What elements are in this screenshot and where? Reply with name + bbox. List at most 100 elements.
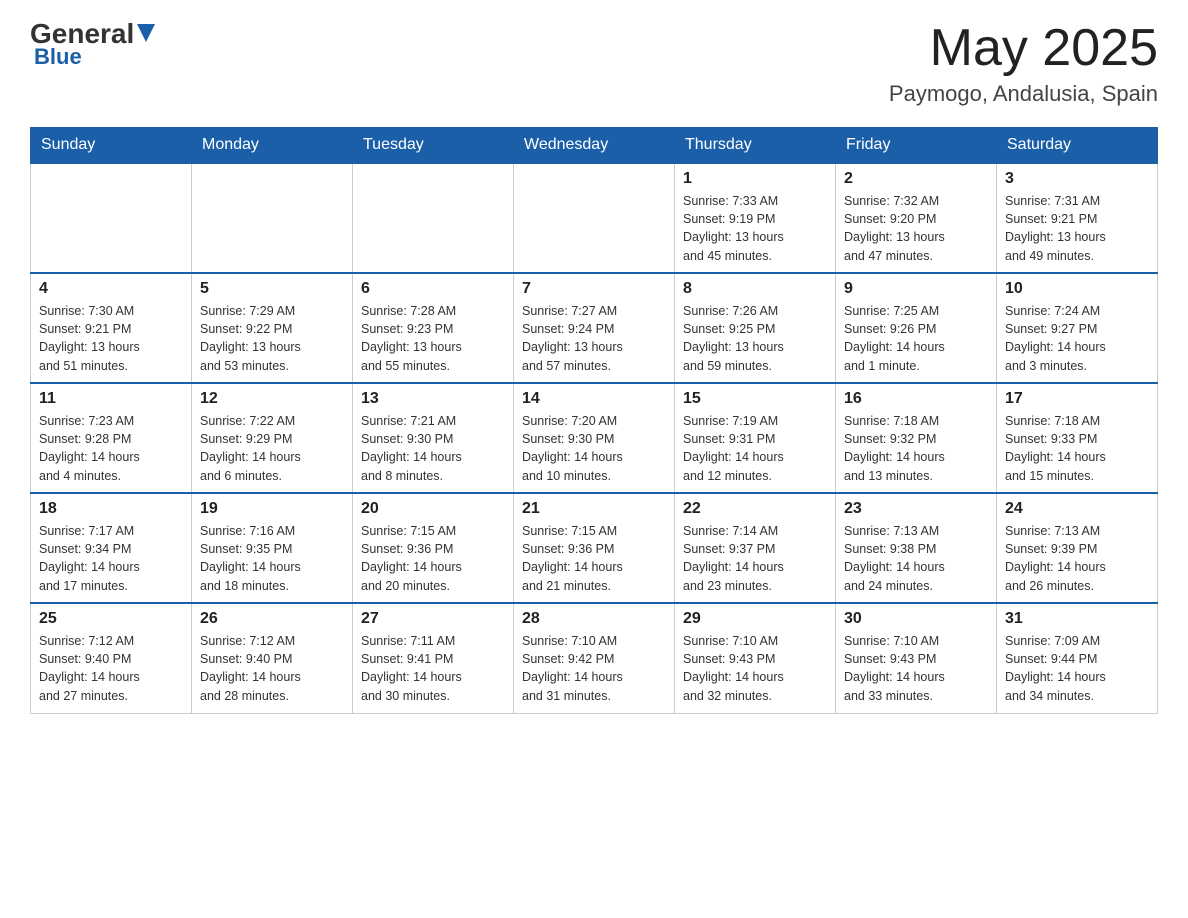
day-number: 24 (1005, 500, 1149, 518)
page-header: General Blue May 2025 Paymogo, Andalusia… (30, 20, 1158, 107)
calendar-cell: 15 Sunrise: 7:19 AM Sunset: 9:31 PM Dayli… (675, 383, 836, 493)
calendar-cell: 11Sunrise: 7:23 AM Sunset: 9:28 PM Dayli… (31, 383, 192, 493)
day-number: 31 (1005, 610, 1149, 628)
calendar-cell: 12Sunrise: 7:22 AM Sunset: 9:29 PM Dayli… (192, 383, 353, 493)
day-info: Sunrise: 7:13 AM Sunset: 9:39 PM Dayligh… (1005, 522, 1149, 595)
calendar-cell: 19 Sunrise: 7:16 AM Sunset: 9:35 PM Dayli… (192, 493, 353, 603)
calendar-cell: 5 Sunrise: 7:29 AM Sunset: 9:22 PM Daylig… (192, 273, 353, 383)
day-info: Sunrise: 7:21 AM Sunset: 9:30 PM Dayligh… (361, 412, 505, 485)
day-number: 19 (200, 500, 344, 518)
month-title: May 2025 (889, 20, 1158, 77)
day-number: 18 (39, 500, 183, 518)
day-number: 15 (683, 390, 827, 408)
calendar-cell: 29 Sunrise: 7:10 AM Sunset: 9:43 PM Dayli… (675, 603, 836, 713)
calendar-cell (31, 163, 192, 273)
calendar-cell: 25 Sunrise: 7:12 AM Sunset: 9:40 PM Dayli… (31, 603, 192, 713)
logo: General Blue (30, 20, 155, 70)
calendar-cell: 27 Sunrise: 7:11 AM Sunset: 9:41 PM Dayli… (353, 603, 514, 713)
calendar-week-row: 4 Sunrise: 7:30 AM Sunset: 9:21 PM Daylig… (31, 273, 1158, 383)
day-number: 10 (1005, 280, 1149, 298)
header-thursday: Thursday (675, 128, 836, 164)
day-info: Sunrise: 7:13 AM Sunset: 9:38 PM Dayligh… (844, 522, 988, 595)
day-number: 14 (522, 390, 666, 408)
day-info: Sunrise: 7:09 AM Sunset: 9:44 PM Dayligh… (1005, 632, 1149, 705)
day-number: 2 (844, 170, 988, 188)
day-number: 7 (522, 280, 666, 298)
header-tuesday: Tuesday (353, 128, 514, 164)
weekday-header-row: Sunday Monday Tuesday Wednesday Thursday… (31, 128, 1158, 164)
day-number: 9 (844, 280, 988, 298)
header-wednesday: Wednesday (514, 128, 675, 164)
day-info: Sunrise: 7:18 AM Sunset: 9:32 PM Dayligh… (844, 412, 988, 485)
day-number: 22 (683, 500, 827, 518)
day-number: 21 (522, 500, 666, 518)
calendar-cell: 4 Sunrise: 7:30 AM Sunset: 9:21 PM Daylig… (31, 273, 192, 383)
day-info: Sunrise: 7:15 AM Sunset: 9:36 PM Dayligh… (361, 522, 505, 595)
calendar-cell: 7Sunrise: 7:27 AM Sunset: 9:24 PM Daylig… (514, 273, 675, 383)
calendar-cell: 14 Sunrise: 7:20 AM Sunset: 9:30 PM Dayli… (514, 383, 675, 493)
day-number: 25 (39, 610, 183, 628)
calendar-week-row: 18 Sunrise: 7:17 AM Sunset: 9:34 PM Dayli… (31, 493, 1158, 603)
calendar-cell: 22 Sunrise: 7:14 AM Sunset: 9:37 PM Dayli… (675, 493, 836, 603)
day-number: 5 (200, 280, 344, 298)
day-info: Sunrise: 7:20 AM Sunset: 9:30 PM Dayligh… (522, 412, 666, 485)
calendar-cell: 23 Sunrise: 7:13 AM Sunset: 9:38 PM Dayli… (836, 493, 997, 603)
calendar-cell: 26 Sunrise: 7:12 AM Sunset: 9:40 PM Dayli… (192, 603, 353, 713)
calendar-cell: 30Sunrise: 7:10 AM Sunset: 9:43 PM Dayli… (836, 603, 997, 713)
calendar-cell (353, 163, 514, 273)
calendar-cell: 1 Sunrise: 7:33 AM Sunset: 9:19 PM Daylig… (675, 163, 836, 273)
day-info: Sunrise: 7:17 AM Sunset: 9:34 PM Dayligh… (39, 522, 183, 595)
calendar-cell: 24 Sunrise: 7:13 AM Sunset: 9:39 PM Dayli… (997, 493, 1158, 603)
day-number: 29 (683, 610, 827, 628)
day-info: Sunrise: 7:10 AM Sunset: 9:43 PM Dayligh… (683, 632, 827, 705)
day-number: 27 (361, 610, 505, 628)
day-number: 13 (361, 390, 505, 408)
day-info: Sunrise: 7:10 AM Sunset: 9:43 PM Dayligh… (844, 632, 988, 705)
calendar-cell: 18 Sunrise: 7:17 AM Sunset: 9:34 PM Dayli… (31, 493, 192, 603)
day-number: 1 (683, 170, 827, 188)
day-info: Sunrise: 7:24 AM Sunset: 9:27 PM Dayligh… (1005, 302, 1149, 375)
day-number: 8 (683, 280, 827, 298)
day-number: 11 (39, 390, 183, 408)
logo-triangle-icon (137, 24, 155, 42)
calendar-cell: 13 Sunrise: 7:21 AM Sunset: 9:30 PM Dayli… (353, 383, 514, 493)
header-monday: Monday (192, 128, 353, 164)
calendar-cell: 9Sunrise: 7:25 AM Sunset: 9:26 PM Daylig… (836, 273, 997, 383)
calendar-cell: 10 Sunrise: 7:24 AM Sunset: 9:27 PM Dayli… (997, 273, 1158, 383)
day-info: Sunrise: 7:18 AM Sunset: 9:33 PM Dayligh… (1005, 412, 1149, 485)
header-sunday: Sunday (31, 128, 192, 164)
logo-blue: Blue (34, 44, 82, 70)
day-info: Sunrise: 7:28 AM Sunset: 9:23 PM Dayligh… (361, 302, 505, 375)
day-number: 12 (200, 390, 344, 408)
day-number: 26 (200, 610, 344, 628)
day-info: Sunrise: 7:29 AM Sunset: 9:22 PM Dayligh… (200, 302, 344, 375)
day-info: Sunrise: 7:11 AM Sunset: 9:41 PM Dayligh… (361, 632, 505, 705)
title-area: May 2025 Paymogo, Andalusia, Spain (889, 20, 1158, 107)
day-info: Sunrise: 7:16 AM Sunset: 9:35 PM Dayligh… (200, 522, 344, 595)
day-number: 17 (1005, 390, 1149, 408)
calendar-cell: 16 Sunrise: 7:18 AM Sunset: 9:32 PM Dayli… (836, 383, 997, 493)
day-info: Sunrise: 7:31 AM Sunset: 9:21 PM Dayligh… (1005, 192, 1149, 265)
day-info: Sunrise: 7:32 AM Sunset: 9:20 PM Dayligh… (844, 192, 988, 265)
header-saturday: Saturday (997, 128, 1158, 164)
location-title: Paymogo, Andalusia, Spain (889, 81, 1158, 107)
day-number: 23 (844, 500, 988, 518)
day-number: 6 (361, 280, 505, 298)
day-info: Sunrise: 7:19 AM Sunset: 9:31 PM Dayligh… (683, 412, 827, 485)
day-info: Sunrise: 7:15 AM Sunset: 9:36 PM Dayligh… (522, 522, 666, 595)
calendar-cell: 28Sunrise: 7:10 AM Sunset: 9:42 PM Dayli… (514, 603, 675, 713)
day-number: 4 (39, 280, 183, 298)
day-number: 28 (522, 610, 666, 628)
day-info: Sunrise: 7:12 AM Sunset: 9:40 PM Dayligh… (200, 632, 344, 705)
day-info: Sunrise: 7:12 AM Sunset: 9:40 PM Dayligh… (39, 632, 183, 705)
day-number: 20 (361, 500, 505, 518)
day-info: Sunrise: 7:14 AM Sunset: 9:37 PM Dayligh… (683, 522, 827, 595)
calendar-cell (514, 163, 675, 273)
day-info: Sunrise: 7:30 AM Sunset: 9:21 PM Dayligh… (39, 302, 183, 375)
calendar-cell: 20 Sunrise: 7:15 AM Sunset: 9:36 PM Dayli… (353, 493, 514, 603)
calendar-cell: 2 Sunrise: 7:32 AM Sunset: 9:20 PM Daylig… (836, 163, 997, 273)
day-number: 16 (844, 390, 988, 408)
calendar-cell: 3Sunrise: 7:31 AM Sunset: 9:21 PM Daylig… (997, 163, 1158, 273)
calendar-week-row: 25 Sunrise: 7:12 AM Sunset: 9:40 PM Dayli… (31, 603, 1158, 713)
day-info: Sunrise: 7:33 AM Sunset: 9:19 PM Dayligh… (683, 192, 827, 265)
